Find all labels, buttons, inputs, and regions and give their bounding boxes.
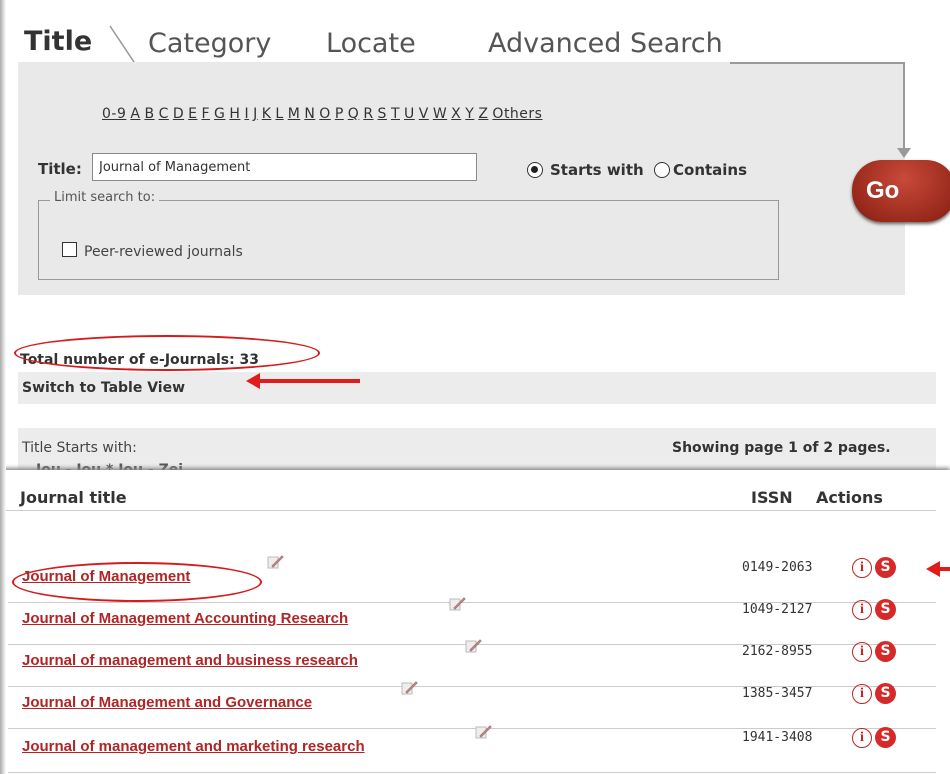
issn-value: 1385-3457	[742, 686, 813, 701]
tab-title[interactable]: Title	[24, 26, 92, 57]
table-header	[0, 478, 936, 511]
issn-value: 1941-3408	[742, 730, 813, 745]
alpha-link-l[interactable]: L	[275, 106, 283, 122]
callout-line	[730, 62, 905, 64]
pen-paper-icon[interactable]	[448, 596, 466, 612]
info-icon[interactable]: i	[852, 684, 872, 704]
info-icon[interactable]: i	[852, 728, 872, 748]
pen-paper-icon[interactable]	[464, 638, 482, 654]
limit-search-group	[38, 200, 779, 280]
alpha-link-h[interactable]: H	[229, 106, 240, 122]
callout-arrow-icon	[897, 148, 911, 158]
callout-line	[903, 62, 905, 152]
tab-category[interactable]: Category	[148, 28, 271, 59]
s-logo-icon[interactable]: S	[875, 683, 896, 704]
alpha-link-j[interactable]: J	[253, 106, 258, 122]
pen-paper-icon[interactable]	[266, 554, 284, 570]
alpha-link-k[interactable]: K	[262, 106, 272, 122]
alpha-link-e[interactable]: E	[188, 106, 197, 122]
s-logo-icon[interactable]: S	[875, 557, 896, 578]
alpha-link-w[interactable]: W	[433, 106, 447, 122]
s-logo-icon[interactable]: S	[875, 727, 896, 748]
alpha-link-f[interactable]: F	[201, 106, 210, 122]
annotation-arrow-icon	[246, 373, 260, 389]
starts-with-label: Starts with	[550, 161, 644, 179]
journal-title-link[interactable]: Journal of Management and Governance	[22, 694, 312, 711]
switch-table-view-link[interactable]: Switch to Table View	[22, 380, 185, 396]
tab-locate[interactable]: Locate	[326, 28, 416, 59]
alpha-link-x[interactable]: X	[451, 106, 461, 122]
alpha-link-r[interactable]: R	[363, 106, 373, 122]
row-divider	[8, 772, 936, 773]
page-indicator: Showing page 1 of 2 pages.	[672, 440, 891, 456]
alphabet-index: 0-9 A B C D E F G H I J K L M N O P Q R S T U V W X Y Z Others	[102, 106, 546, 122]
alpha-link-m[interactable]: M	[288, 106, 301, 122]
journal-title-link[interactable]: Journal of Management Accounting Researc…	[22, 610, 348, 627]
title-search-input[interactable]	[92, 153, 477, 181]
alpha-link-n[interactable]: N	[304, 106, 315, 122]
s-logo-icon[interactable]: S	[875, 641, 896, 662]
column-issn: ISSN	[751, 488, 793, 507]
journal-title-link[interactable]: Journal of management and business resea…	[22, 652, 358, 669]
alpha-link-g[interactable]: G	[214, 106, 225, 122]
issn-value: 1049-2127	[742, 602, 813, 617]
starts-with-radio[interactable]	[527, 162, 543, 178]
issn-value: 2162-8955	[742, 644, 813, 659]
alpha-link-z[interactable]: Z	[478, 106, 488, 122]
contains-label: Contains	[673, 161, 748, 179]
page-shadow	[0, 0, 6, 774]
annotation-arrow-icon	[926, 561, 940, 577]
column-journal-title: Journal title	[20, 488, 127, 507]
alpha-link-p[interactable]: P	[335, 106, 344, 122]
go-button[interactable]: Go	[852, 160, 950, 222]
column-actions: Actions	[816, 488, 883, 507]
alpha-link-c[interactable]: C	[159, 106, 169, 122]
info-icon[interactable]: i	[852, 642, 872, 662]
title-label: Title:	[38, 160, 82, 178]
alpha-link-q[interactable]: Q	[348, 106, 360, 122]
alpha-link-u[interactable]: U	[404, 106, 415, 122]
row-divider	[8, 728, 936, 729]
alpha-link-t[interactable]: T	[391, 106, 400, 122]
limit-search-legend: Limit search to:	[50, 190, 160, 205]
tab-advanced-search[interactable]: Advanced Search	[488, 28, 723, 59]
annotation-circle	[14, 335, 320, 371]
alpha-link-v[interactable]: V	[419, 106, 429, 122]
title-starts-label: Title Starts with:	[22, 440, 137, 456]
alpha-link-others[interactable]: Others	[492, 106, 542, 122]
peer-reviewed-label: Peer-reviewed journals	[84, 244, 243, 260]
annotation-circle	[12, 562, 262, 602]
pen-paper-icon[interactable]	[474, 724, 492, 740]
alpha-link-a[interactable]: A	[130, 106, 140, 122]
pen-paper-icon[interactable]	[400, 680, 418, 696]
alpha-link-y[interactable]: Y	[465, 106, 474, 122]
alpha-link-b[interactable]: B	[144, 106, 154, 122]
info-icon[interactable]: i	[852, 600, 872, 620]
alpha-link-i[interactable]: I	[244, 106, 249, 122]
contains-radio[interactable]	[654, 162, 670, 178]
alpha-link-o[interactable]: O	[319, 106, 331, 122]
s-logo-icon[interactable]: S	[875, 599, 896, 620]
peer-reviewed-checkbox[interactable]	[62, 242, 77, 257]
issn-value: 0149-2063	[742, 560, 813, 575]
journal-title-link[interactable]: Journal of management and marketing rese…	[22, 738, 365, 755]
alpha-link-d[interactable]: D	[173, 106, 184, 122]
info-icon[interactable]: i	[852, 558, 872, 578]
tab-bar: Title Category Locate Advanced Search	[0, 10, 950, 69]
alpha-link-s[interactable]: S	[378, 106, 387, 122]
alpha-link-0-9[interactable]: 0-9	[102, 106, 126, 122]
annotation-arrow	[250, 379, 360, 383]
